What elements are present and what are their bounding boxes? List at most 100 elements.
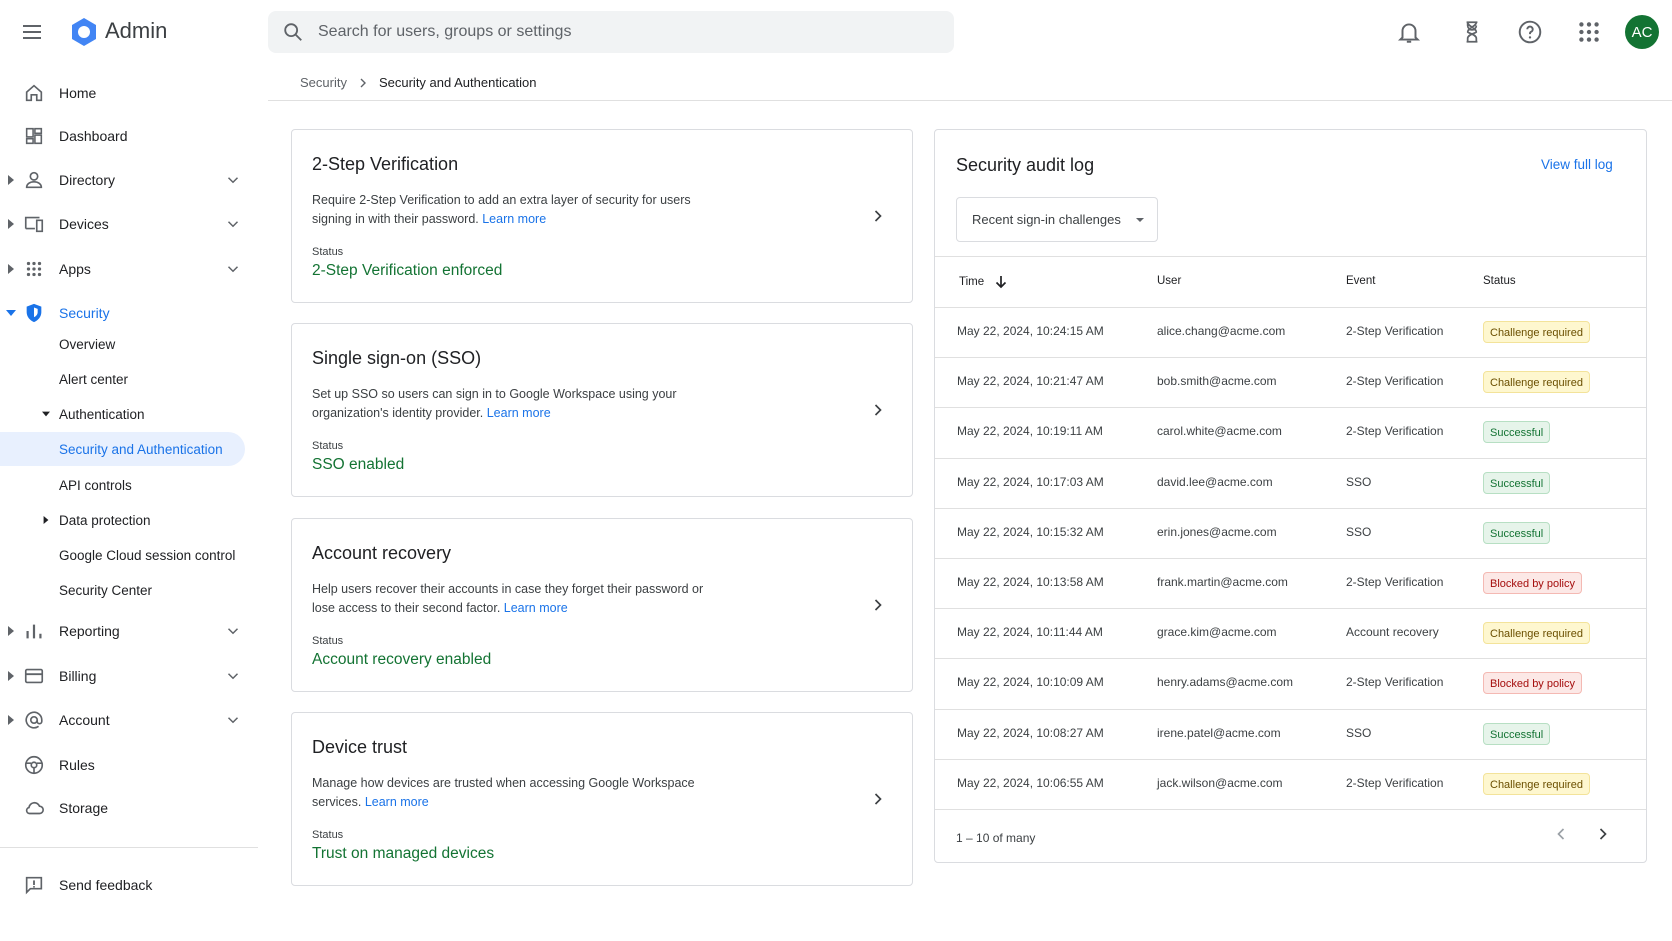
sidebar-item-devices[interactable]: Devices: [0, 204, 258, 244]
status-badge: Successful: [1483, 471, 1551, 494]
cell-user: carol.white@acme.com: [1157, 424, 1282, 439]
status-badge: Blocked by policy: [1483, 672, 1582, 695]
sidebar-subitem-data-protection[interactable]: Data protection: [0, 503, 245, 537]
card-device-trust[interactable]: Device trust Manage how devices are trus…: [291, 712, 913, 886]
security-audit-log-panel: Security audit log View full log Recent …: [934, 129, 1647, 863]
card-account-recovery[interactable]: Account recovery Help users recover thei…: [291, 518, 913, 692]
caret-right-icon: [8, 175, 14, 185]
sidebar-item-label: Reporting: [59, 623, 120, 639]
table-row[interactable]: May 22, 2024, 10:21:47 AM bob.smith@acme.…: [935, 357, 1646, 407]
credit-card-icon: [24, 668, 44, 684]
chevron-right-icon: [874, 404, 882, 416]
sidebar-item-label: Rules: [59, 757, 95, 773]
sidebar-item-billing[interactable]: Billing: [0, 656, 258, 696]
cell-time: May 22, 2024, 10:11:44 AM: [957, 625, 1103, 640]
learn-more-link[interactable]: Learn more: [504, 601, 568, 615]
status-badge: Successful: [1483, 521, 1551, 544]
caret-down-icon: [42, 411, 50, 417]
sidebar-subitem-security-center[interactable]: Security Center: [0, 573, 245, 607]
column-header-status: Status: [1483, 275, 1516, 287]
chevron-left-icon[interactable]: [1551, 824, 1571, 844]
sidebar-subitem-label: Alert center: [59, 371, 129, 387]
notifications-bell-icon[interactable]: [1396, 19, 1422, 45]
sidebar-subitem-overview[interactable]: Overview: [0, 327, 245, 361]
chevron-down-icon[interactable]: [224, 171, 242, 189]
sidebar-item-home[interactable]: Home: [0, 73, 258, 113]
chevron-right-icon[interactable]: [1593, 824, 1613, 844]
sidebar-subitem-authentication[interactable]: Authentication: [0, 397, 245, 431]
table-row[interactable]: May 22, 2024, 10:19:11 AM carol.white@acm…: [935, 407, 1646, 457]
chevron-right-icon: [874, 210, 882, 222]
cell-event: SSO: [1346, 725, 1372, 740]
sidebar-item-rules[interactable]: Rules: [0, 745, 258, 785]
cell-event: 2-Step Verification: [1346, 775, 1444, 790]
sidebar-subitem-google-cloud-session-control[interactable]: Google Cloud session control: [0, 538, 245, 572]
chevron-down-icon[interactable]: [224, 260, 242, 278]
learn-more-link[interactable]: Learn more: [487, 406, 551, 420]
card-description: Set up SSO so users can sign in to Googl…: [312, 385, 722, 422]
card-single-sign-on[interactable]: Single sign-on (SSO) Set up SSO so users…: [291, 323, 913, 497]
table-row[interactable]: May 22, 2024, 10:15:32 AM erin.jones@acme…: [935, 508, 1646, 558]
breadcrumb: Security Security and Authentication: [300, 75, 537, 90]
status-badge: Challenge required: [1483, 321, 1590, 343]
table-row[interactable]: May 22, 2024, 10:17:03 AM david.lee@acme.…: [935, 458, 1646, 508]
status-badge: Challenge required: [1483, 772, 1590, 795]
help-icon[interactable]: [1517, 19, 1543, 45]
chevron-down-icon[interactable]: [224, 711, 242, 729]
chevron-right-icon: [874, 793, 882, 805]
status-badge: Successful: [1483, 421, 1551, 444]
sidebar-item-account[interactable]: Account: [0, 700, 258, 740]
menu-icon[interactable]: [20, 20, 44, 44]
cell-user: bob.smith@acme.com: [1157, 374, 1277, 389]
breadcrumb-current: Security and Authentication: [378, 75, 537, 90]
apps-launcher-icon[interactable]: [1576, 19, 1602, 45]
search-icon: [284, 23, 302, 41]
sidebar-subitem-api-controls[interactable]: API controls: [0, 468, 245, 502]
column-header-time[interactable]: Time: [959, 275, 1008, 289]
sidebar-subitem-security-and-authentication[interactable]: Security and Authentication: [0, 432, 245, 466]
sidebar-item-label: Home: [59, 85, 97, 101]
sidebar-item-apps[interactable]: Apps: [0, 249, 258, 289]
audit-filter-select[interactable]: Recent sign-in challenges: [956, 197, 1158, 242]
sidebar-item-label: Send feedback: [59, 877, 153, 893]
cell-event: 2-Step Verification: [1346, 575, 1444, 589]
table-row[interactable]: May 22, 2024, 10:08:27 AM irene.patel@acm…: [935, 709, 1646, 759]
avatar[interactable]: AC: [1625, 15, 1659, 49]
sidebar-subitem-alert-center[interactable]: Alert center: [0, 362, 245, 396]
sidebar-item-dashboard[interactable]: Dashboard: [0, 116, 258, 156]
table-row[interactable]: May 22, 2024, 10:10:09 AM henry.adams@acm…: [935, 658, 1646, 708]
hourglass-tasks-icon[interactable]: [1459, 19, 1485, 45]
sidebar-subitem-label: Authentication: [59, 406, 145, 422]
chevron-down-icon[interactable]: [224, 622, 242, 640]
learn-more-link[interactable]: Learn more: [365, 795, 429, 809]
chevron-right-icon: [360, 78, 366, 87]
search-input[interactable]: [318, 11, 938, 53]
cell-event: 2-Step Verification: [1346, 675, 1444, 690]
table-row[interactable]: May 22, 2024, 10:06:55 AM jack.wilson@acm…: [935, 759, 1646, 809]
card-2-step-verification[interactable]: 2-Step Verification Require 2-Step Verif…: [291, 129, 913, 303]
card-status: Account recovery enabled: [312, 651, 492, 668]
card-description: Require 2-Step Verification to add an ex…: [312, 191, 722, 228]
cell-time: May 22, 2024, 10:10:09 AM: [957, 675, 1104, 690]
sidebar-item-reporting[interactable]: Reporting: [0, 611, 258, 651]
sidebar-divider: [0, 847, 258, 848]
audit-filter-value: Recent sign-in challenges: [972, 212, 1121, 227]
view-full-log-link[interactable]: View full log: [1541, 157, 1613, 172]
table-row[interactable]: May 22, 2024, 10:24:15 AM alice.chang@acm…: [935, 307, 1646, 357]
shield-icon: [26, 303, 42, 323]
card-status: 2-Step Verification enforced: [312, 262, 503, 279]
breadcrumb-security-link[interactable]: Security: [300, 75, 347, 90]
chevron-down-icon[interactable]: [224, 667, 242, 685]
sidebar-item-storage[interactable]: Storage: [0, 788, 258, 828]
chevron-down-icon[interactable]: [224, 215, 242, 233]
learn-more-link[interactable]: Learn more: [482, 212, 546, 226]
send-feedback-button[interactable]: Send feedback: [0, 865, 258, 905]
card-status-label: Status: [312, 246, 344, 258]
sidebar: Home Dashboard Directory Devices Apps Se…: [0, 64, 258, 941]
table-row[interactable]: May 22, 2024, 10:11:44 AM grace.kim@acme.…: [935, 608, 1646, 658]
sidebar-item-directory[interactable]: Directory: [0, 160, 258, 200]
column-header-event: Event: [1346, 275, 1376, 287]
cell-time: May 22, 2024, 10:15:32 AM: [957, 524, 1104, 539]
cell-time: May 22, 2024, 10:08:27 AM: [957, 725, 1104, 740]
table-row[interactable]: May 22, 2024, 10:13:58 AM frank.martin@ac…: [935, 558, 1646, 608]
